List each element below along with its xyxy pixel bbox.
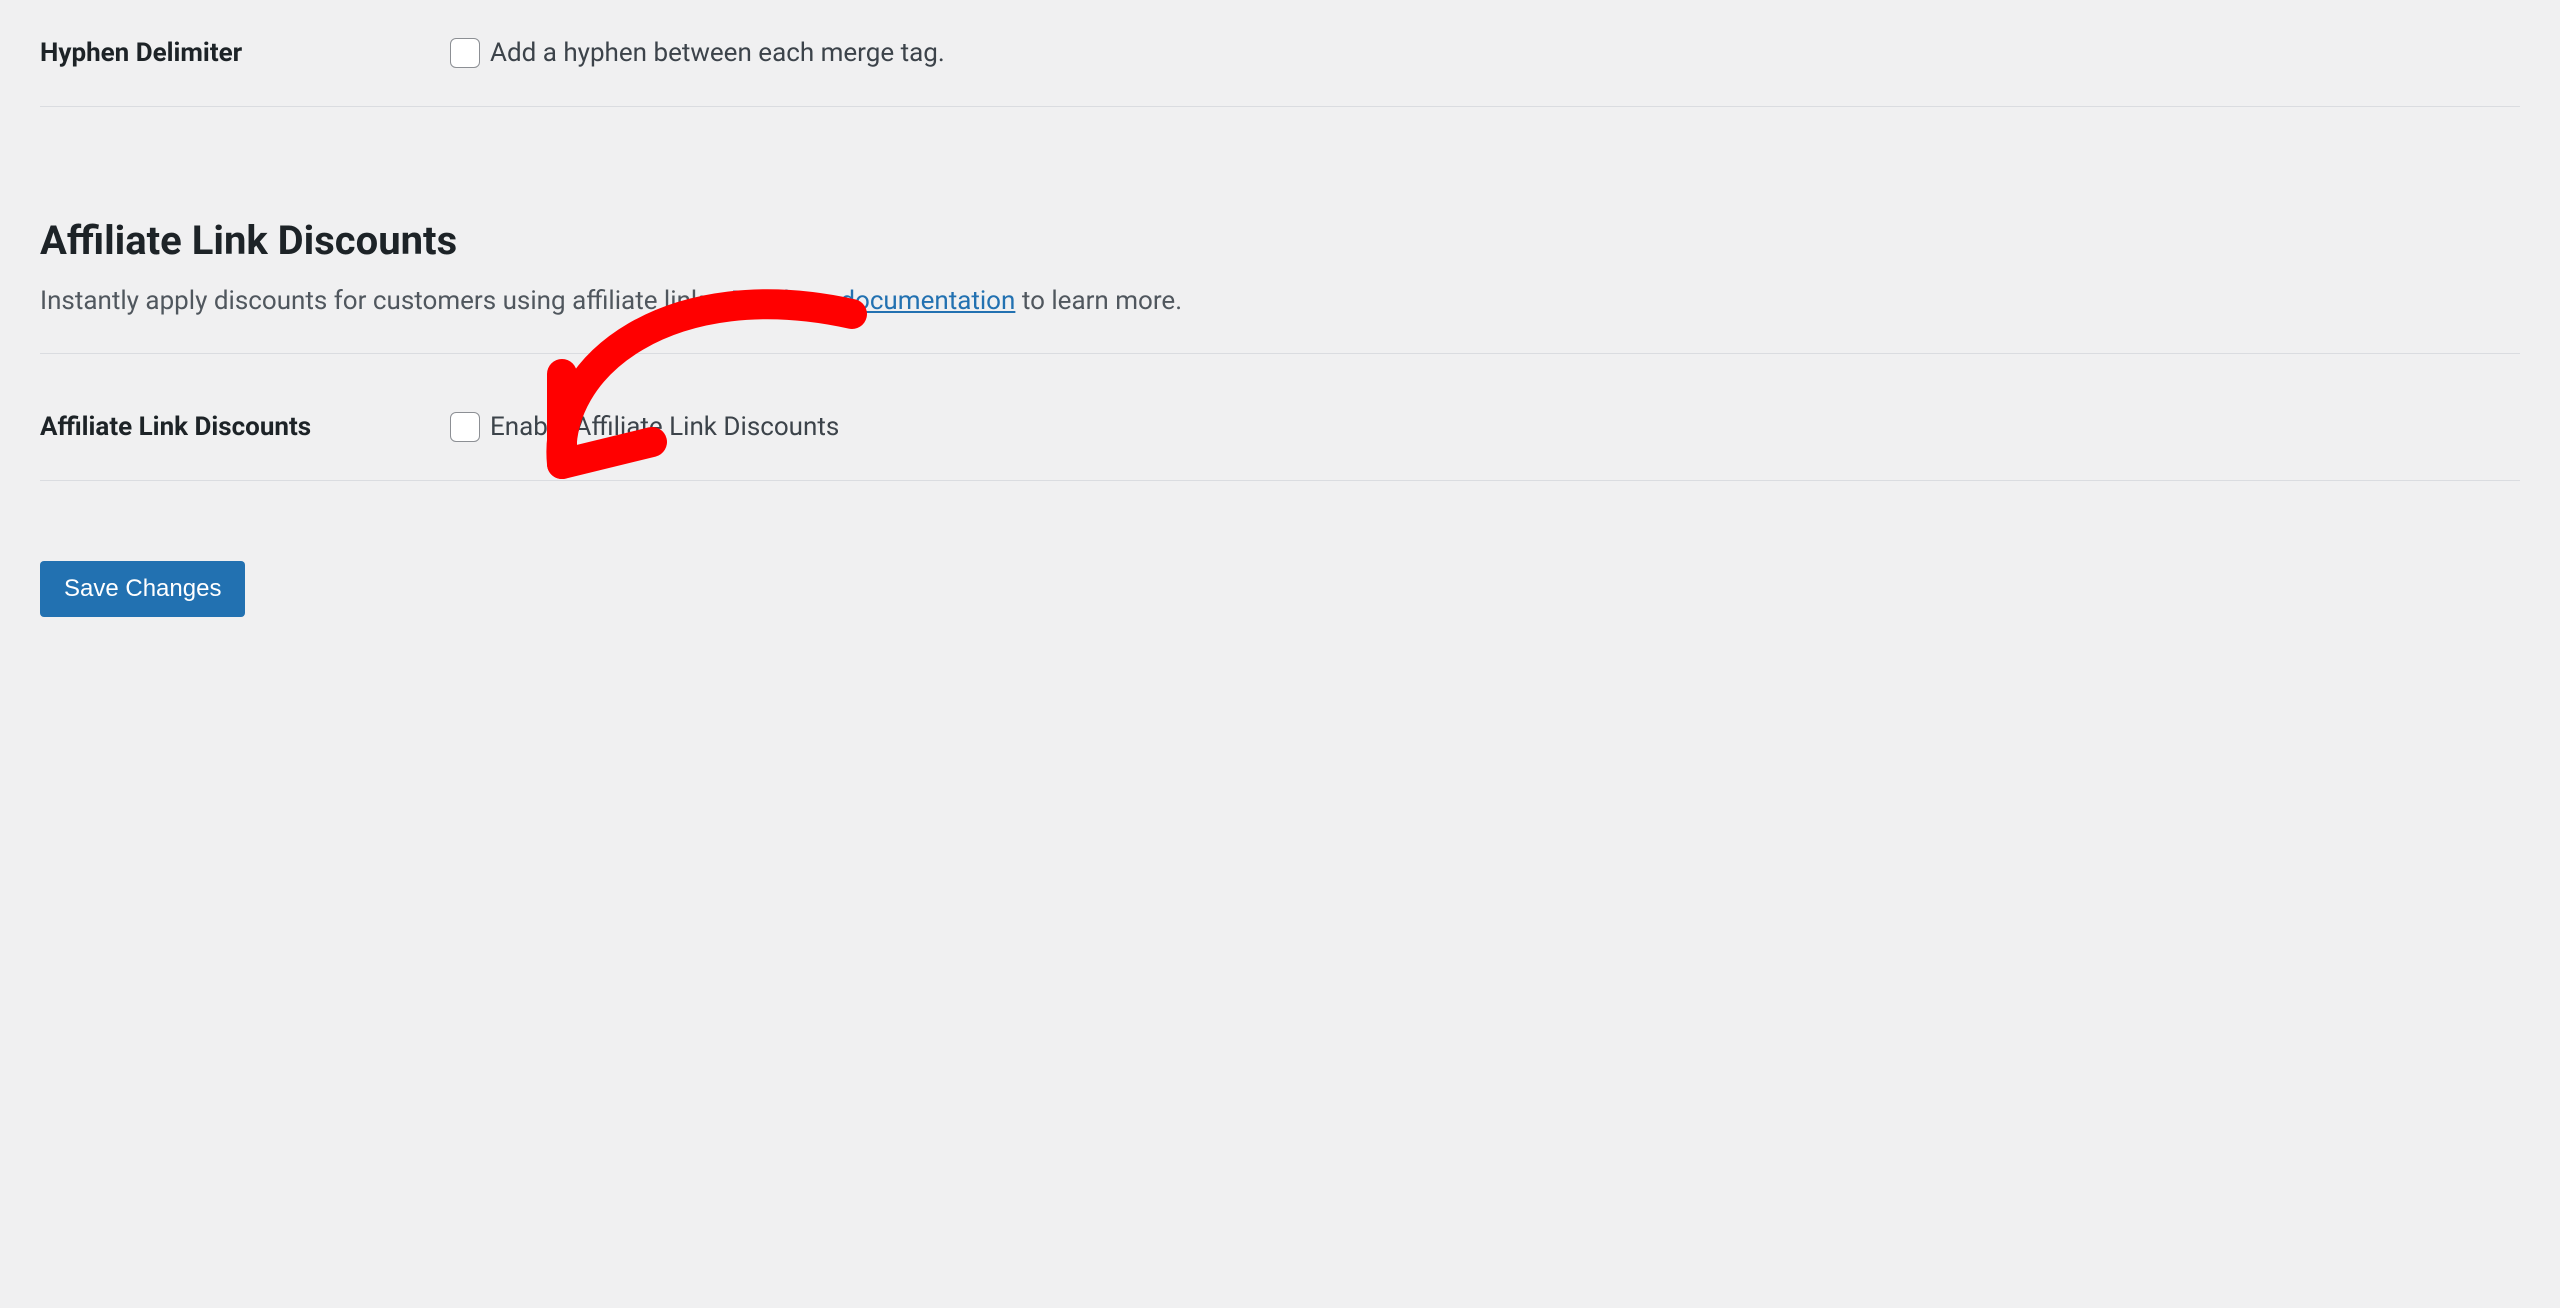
hyphen-delimiter-checkbox[interactable] — [450, 38, 480, 68]
affiliate-link-discounts-heading-block: Affiliate Link Discounts Instantly apply… — [40, 107, 2520, 374]
hyphen-delimiter-row: Hyphen Delimiter Add a hyphen between ea… — [40, 0, 2520, 107]
affiliate-link-discounts-row: Affiliate Link Discounts Enable Affiliat… — [40, 374, 2520, 481]
settings-section: Hyphen Delimiter Add a hyphen between ea… — [40, 0, 2520, 657]
save-button-wrap: Save Changes — [40, 481, 2520, 657]
affiliate-link-discounts-heading: Affiliate Link Discounts — [40, 217, 2520, 264]
hyphen-delimiter-input-wrap: Add a hyphen between each merge tag. — [450, 38, 945, 68]
hyphen-delimiter-label: Hyphen Delimiter — [40, 38, 450, 68]
enable-affiliate-link-discounts-label: Enable Affiliate Link Discounts — [490, 412, 839, 442]
documentation-link[interactable]: Read our documentation — [731, 286, 1016, 316]
affiliate-link-discounts-description: Instantly apply discounts for customers … — [40, 282, 2520, 354]
enable-affiliate-link-discounts-checkbox[interactable] — [450, 412, 480, 442]
save-button[interactable]: Save Changes — [40, 561, 245, 617]
description-text-before: Instantly apply discounts for customers … — [40, 286, 731, 316]
affiliate-link-discounts-row-label: Affiliate Link Discounts — [40, 412, 450, 442]
hyphen-delimiter-checkbox-label: Add a hyphen between each merge tag. — [490, 38, 945, 68]
affiliate-link-discounts-input-wrap: Enable Affiliate Link Discounts — [450, 412, 839, 442]
description-text-after: to learn more. — [1015, 286, 1182, 316]
